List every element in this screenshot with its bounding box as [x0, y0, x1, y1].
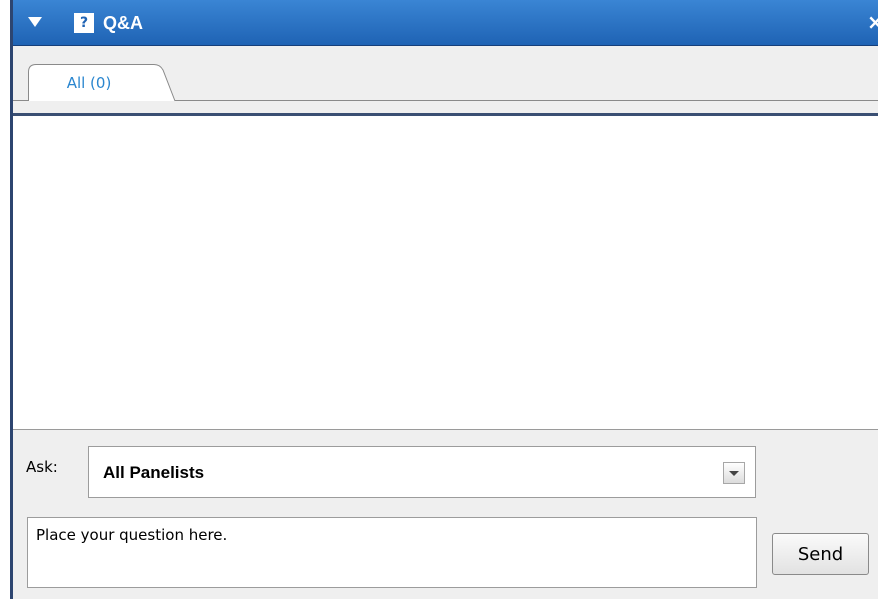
ask-recipient-dropdown[interactable]: All Panelists	[88, 446, 756, 498]
collapse-icon[interactable]	[28, 17, 42, 27]
close-icon[interactable]: ×	[867, 10, 878, 34]
tab-all[interactable]: All (0)	[28, 64, 176, 102]
qa-panel: ? Q&A × All (0) Ask: All Panelists Send	[10, 0, 878, 599]
send-button[interactable]: Send	[772, 533, 869, 575]
tab-all-label: All (0)	[66, 74, 112, 92]
chevron-down-icon[interactable]	[723, 462, 745, 484]
tab-strip: All (0)	[13, 47, 878, 113]
help-icon: ?	[74, 13, 94, 33]
title-bar: ? Q&A ×	[13, 0, 878, 46]
questions-list[interactable]	[13, 113, 878, 430]
ask-label: Ask:	[26, 458, 58, 476]
question-input[interactable]	[27, 517, 757, 588]
ask-selected-value: All Panelists	[103, 463, 205, 482]
panel-title: Q&A	[103, 13, 143, 33]
